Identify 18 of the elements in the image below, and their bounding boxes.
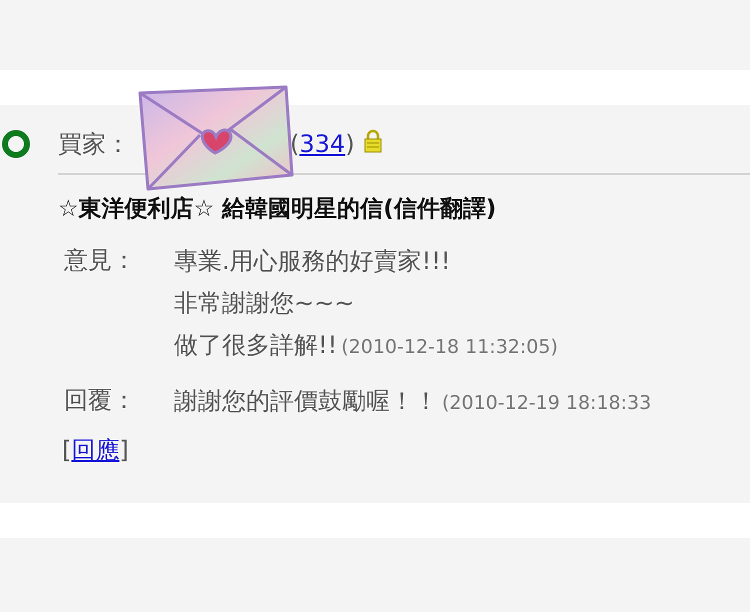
comment-label: 回覆： (64, 385, 137, 416)
circle-rating-icon (0, 128, 32, 160)
rating-score-link[interactable]: 334 (299, 130, 346, 158)
lock-icon (362, 129, 383, 153)
comment-text: 非常謝謝您~~~ (174, 289, 354, 317)
close-parenthesis: ) (345, 130, 355, 158)
timestamp: (2010-12-19 18:18:33 (442, 392, 652, 414)
close-bracket: ] (119, 436, 129, 464)
open-parenthesis: ( (290, 130, 300, 158)
comment-text: 做了很多詳解!! (174, 331, 338, 359)
open-bracket: [ (62, 436, 72, 464)
timestamp: (2010-12-18 11:32:05) (341, 336, 558, 358)
reply-link[interactable]: 回應 (71, 436, 120, 464)
comment-text: 專業.用心服務的好賣家!!! (174, 247, 450, 275)
item-title: ☆東洋便利店☆ 給韓國明星的信(信件翻譯) (58, 195, 498, 224)
buyer-label: 買家： (58, 129, 130, 160)
comment-text: 謝謝您的評價鼓勵喔！！ (174, 387, 438, 415)
comment-label: 意見： (64, 245, 137, 276)
